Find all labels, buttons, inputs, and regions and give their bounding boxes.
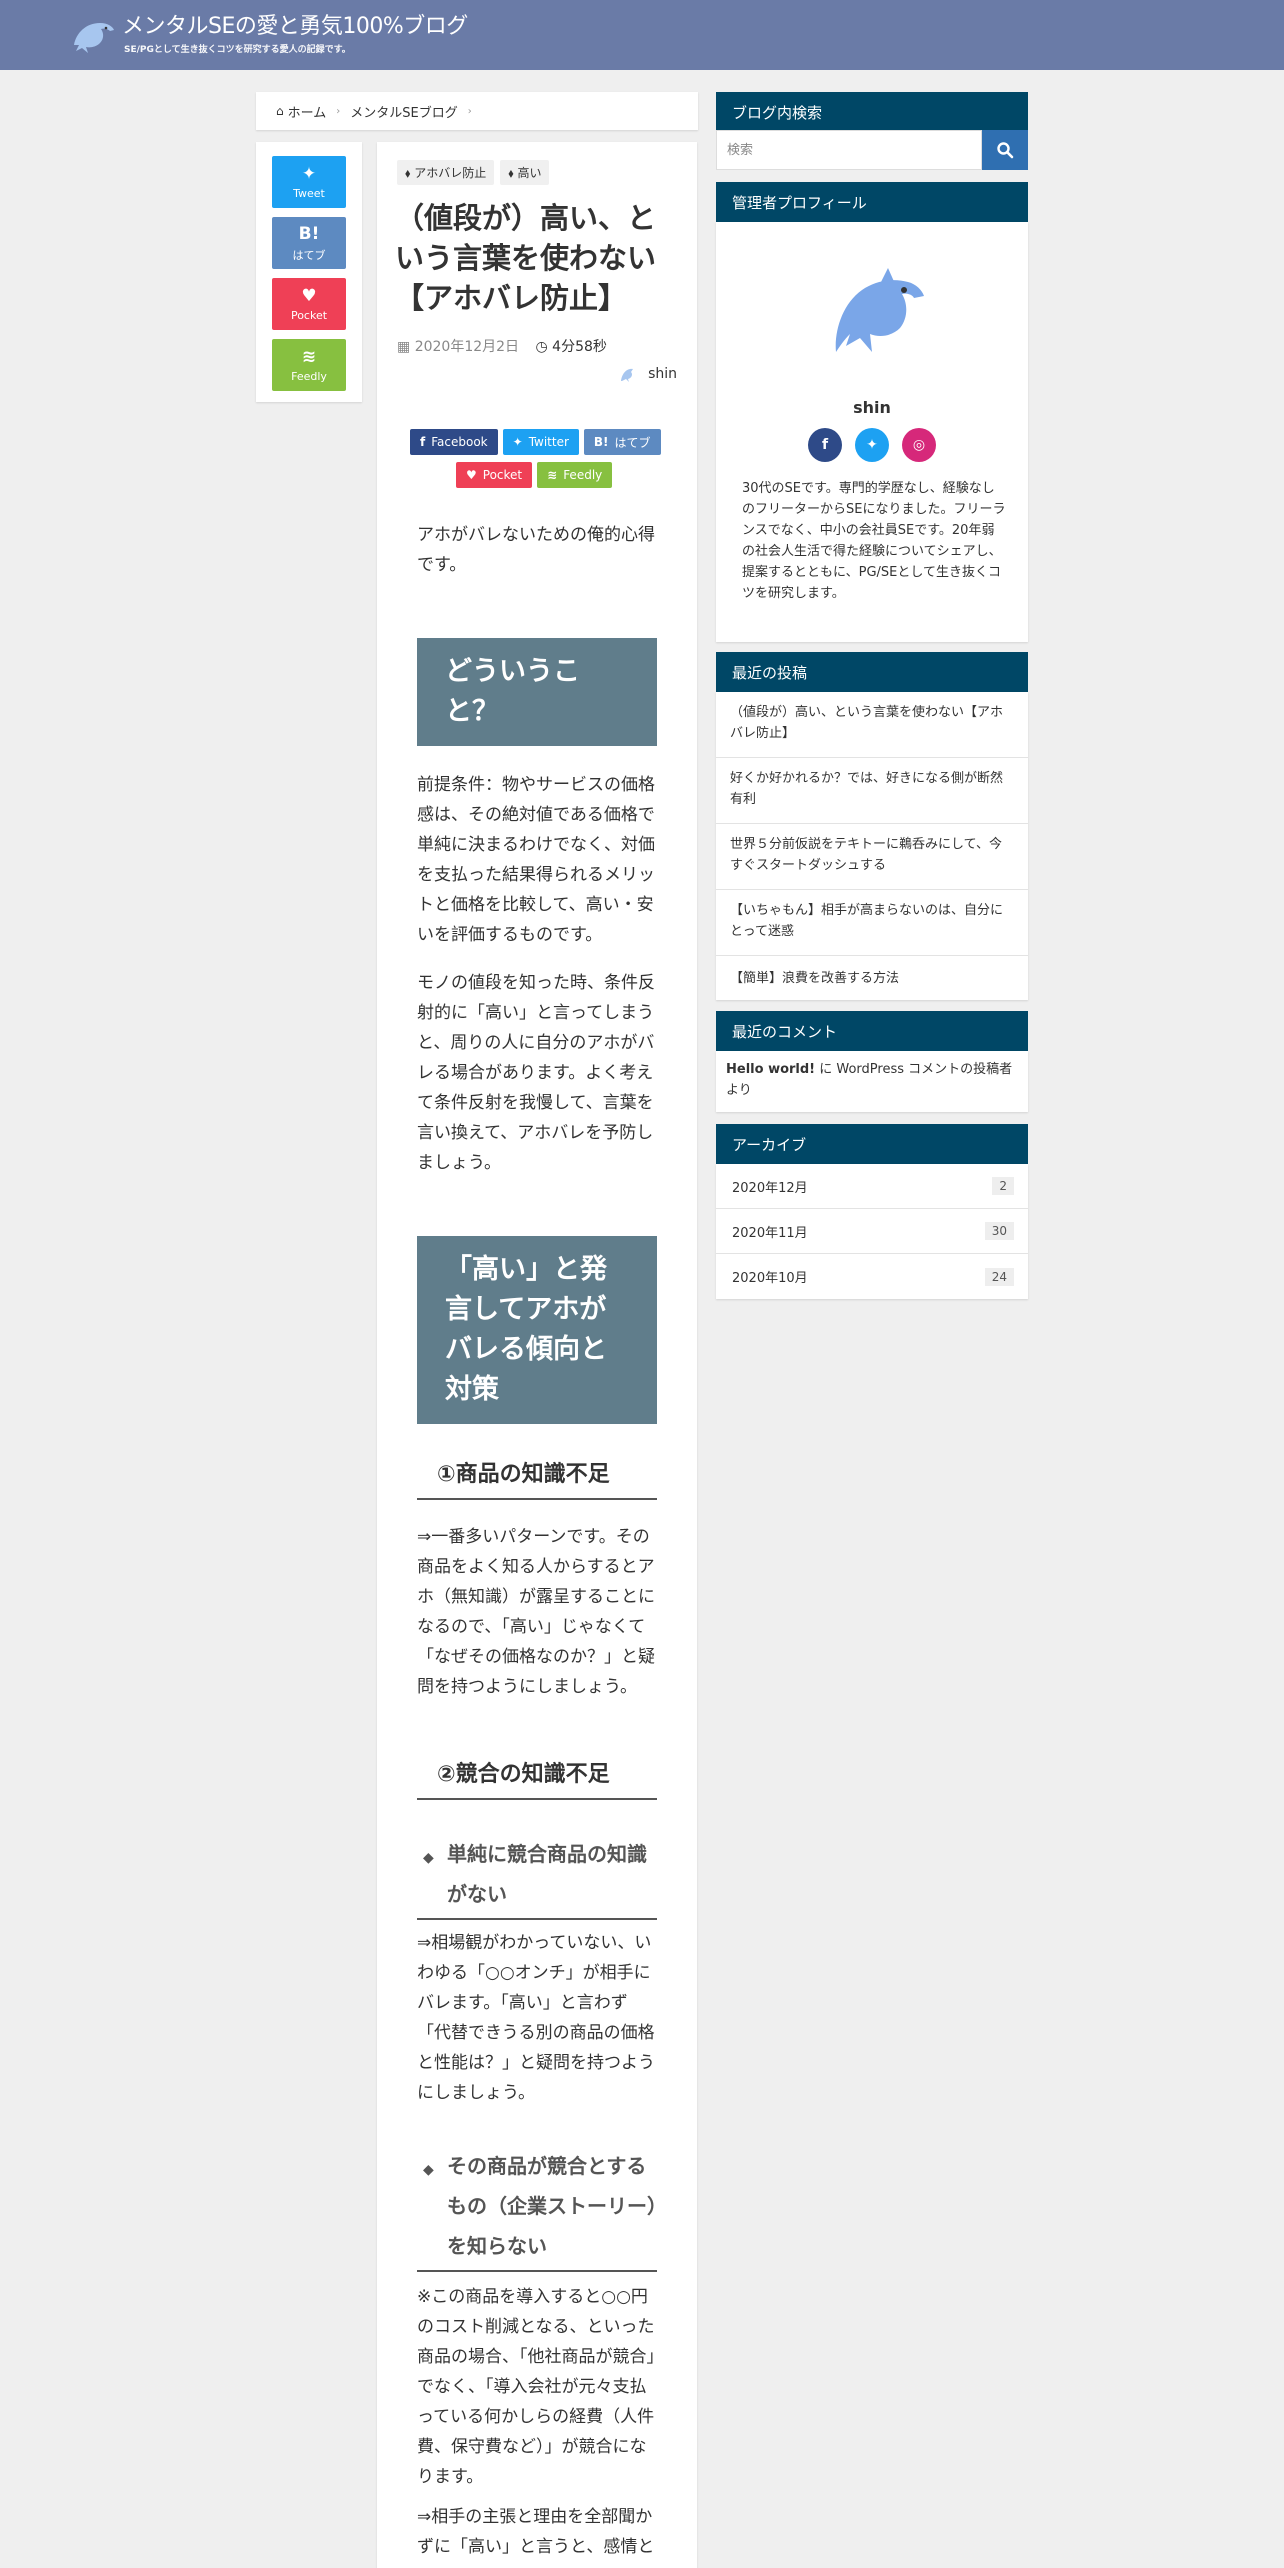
post-meta: ▦ 2020年12月2日 ◷ 4分58秒 <box>397 336 607 356</box>
feedly-icon: ≋ <box>547 468 558 482</box>
share-row-bottom: ♥ Pocket ≋ Feedly <box>456 462 617 488</box>
body-paragraph: 前提条件：物やサービスの価格感は、その絶対値である価格で単純に決まるわけでなく、… <box>417 775 655 945</box>
recent-post-item[interactable]: （値段が）高い、という言葉を使わない【アホバレ防止】 <box>716 692 1028 758</box>
facebook-share-button[interactable]: f Facebook <box>410 429 498 455</box>
comment-item: Hello world! に WordPress コメントの投稿者 より <box>726 1062 1013 1098</box>
twitter-icon: ✦ <box>866 437 878 453</box>
search-button[interactable] <box>982 130 1028 170</box>
read-time: 4分58秒 <box>552 339 607 355</box>
avatar <box>621 368 634 382</box>
feedly-icon: ≋ <box>301 347 317 367</box>
instagram-icon: ◎ <box>912 437 926 453</box>
instagram-profile-button[interactable]: ◎ <box>902 428 936 462</box>
recent-post-item[interactable]: 【いちゃもん】相手が高まらないのは、自分にとって迷惑 <box>716 890 1028 956</box>
count-badge: 30 <box>984 1222 1014 1240</box>
breadcrumb-category[interactable]: メンタルSEブログ <box>350 102 457 121</box>
diamond-icon: ◆ <box>423 2162 434 2178</box>
count-badge: 24 <box>984 1267 1014 1286</box>
home-icon: ⌂ <box>276 104 284 118</box>
recent-posts-widget: （値段が）高い、という言葉を使わない【アホバレ防止】 好くか好かれるか？では、好… <box>716 692 1028 1000</box>
tweet-button[interactable]: ✦ Tweet <box>272 156 346 208</box>
pocket-icon: ♥ <box>466 468 477 482</box>
clock-icon: ◷ <box>535 339 553 355</box>
diamond-icon: ◆ <box>423 1850 434 1866</box>
twitter-icon: ✦ <box>512 435 523 449</box>
side-share-panel: ✦ Tweet B! はてブ ♥ Pocket ≋ Feedly <box>256 142 362 402</box>
recent-comments-title: 最近のコメント <box>716 1011 1028 1051</box>
pocket-button[interactable]: ♥ Pocket <box>272 278 346 330</box>
recent-post-item[interactable]: 【簡単】浪費を改善する方法 <box>716 956 1028 1000</box>
body-paragraph: ⇒相場観がわかっていない、いわゆる「○○オンチ」が相手にバレます。「高い」と言わ… <box>417 1933 655 2103</box>
body-paragraph: ※この商品を導入すると○○円のコスト削減となる、といった商品の場合、「他社商品が… <box>417 2287 655 2487</box>
tag-list: ⬧ アホバレ防止 ⬧ 高い <box>397 160 555 185</box>
recent-post-item[interactable]: 好くか好かれるか？では、好きになる側が断然有利 <box>716 758 1028 824</box>
author[interactable]: shin <box>618 364 677 384</box>
subheading-no-competitor-knowledge: ◆ 単純に競合商品の知識がない <box>417 1834 657 1920</box>
facebook-icon: f <box>420 435 426 449</box>
breadcrumb: ⌂ ホーム › メンタルSEブログ › <box>256 92 698 130</box>
archive-item[interactable]: 2020年12月 2 <box>716 1164 1028 1209</box>
count-badge: 2 <box>992 1177 1014 1195</box>
hatebu-share-button[interactable]: B! はてブ <box>583 429 661 455</box>
hatena-icon: B! <box>298 223 320 244</box>
tag-item[interactable]: ⬧ 高い <box>500 160 550 185</box>
feedly-button[interactable]: ≋ Feedly <box>272 339 346 391</box>
facebook-icon: f <box>821 437 829 453</box>
search-input[interactable] <box>716 130 982 170</box>
site-subtitle: SE/PGとして生き抜くコツを研究する愛人の記録です。 <box>124 45 351 55</box>
intro-paragraph: アホがバレないための俺的心得です。 <box>417 525 655 575</box>
pocket-icon: ♥ <box>301 286 317 306</box>
tag-item[interactable]: ⬧ アホバレ防止 <box>397 160 495 185</box>
profile-name: shin <box>853 398 891 417</box>
recent-comments-widget: Hello world! に WordPress コメントの投稿者 より <box>716 1051 1028 1112</box>
page-title: （値段が）高い、と いう言葉を使わない 【アホバレ防止】 <box>395 201 657 315</box>
heading-competitor-knowledge: ②競合の知識不足 <box>417 1752 657 1800</box>
profile-widget: shin f ✦ ◎ 30代のSEです。専門的学歴なし、経験なしのフリーターから… <box>716 222 1028 642</box>
profile-widget-title: 管理者プロフィール <box>716 182 1028 222</box>
dolphin-avatar-icon <box>835 268 924 352</box>
archive-widget: 2020年12月 2 2020年11月 30 2020年10月 24 <box>716 1164 1028 1299</box>
recent-posts-title: 最近の投稿 <box>716 652 1028 692</box>
twitter-share-button[interactable]: ✦ Twitter <box>502 429 579 455</box>
hatebu-button[interactable]: B! はてブ <box>272 217 346 269</box>
search-widget-title: ブログ内検索 <box>716 92 1028 132</box>
profile-description: 30代のSEです。専門的学歴なし、経験なしのフリーターからSEになりました。フリ… <box>742 481 1006 601</box>
tag-icon: ⬧ <box>405 166 415 180</box>
article: ⬧ アホバレ防止 ⬧ 高い （値段が）高い、と いう言葉を使わない 【アホバレ防… <box>377 142 697 2568</box>
comment-post-link[interactable]: Hello world! <box>726 1062 815 1077</box>
twitter-icon: ✦ <box>301 164 317 184</box>
chevron-right-icon: › <box>467 105 472 117</box>
recent-post-item[interactable]: 世界５分前仮説をテキトーに鵜呑みにして、今すぐスタートダッシュする <box>716 824 1028 890</box>
share-row-top: f Facebook ✦ Twitter B! はてブ <box>410 429 666 455</box>
calendar-icon: ▦ <box>397 339 415 355</box>
post-date: 2020年12月2日 <box>414 339 520 355</box>
body-paragraph: モノの値段を知った時、条件反射的に「高い」と言ってしまうと、周りの人に自分のアホ… <box>417 973 655 1173</box>
subheading-company-story: ◆ その商品が競合とするもの（企業ストーリー）を知らない <box>417 2146 657 2272</box>
heading-tendency: 「高い」と発言してアホがバレる傾向と対策 <box>417 1236 657 1424</box>
search-icon <box>997 142 1014 159</box>
heading-product-knowledge: ①商品の知識不足 <box>417 1452 657 1500</box>
site-title: メンタルSEの愛と勇気100%ブログ <box>122 14 468 39</box>
body-paragraph: ⇒一番多いパターンです。その商品をよく知る人からするとアホ（無知識）が露呈するこ… <box>417 1527 655 1697</box>
dolphin-logo-icon <box>74 22 114 53</box>
facebook-profile-button[interactable]: f <box>808 428 842 462</box>
search-form <box>716 130 1028 170</box>
pocket-share-button[interactable]: ♥ Pocket <box>456 462 533 488</box>
site-header: メンタルSEの愛と勇気100%ブログ SE/PGとして生き抜くコツを研究する愛人… <box>0 0 1284 70</box>
archive-item[interactable]: 2020年10月 24 <box>716 1254 1028 1299</box>
feedly-share-button[interactable]: ≋ Feedly <box>537 462 613 488</box>
archive-title: アーカイブ <box>716 1124 1028 1164</box>
site-logo[interactable]: メンタルSEの愛と勇気100%ブログ SE/PGとして生き抜くコツを研究する愛人… <box>70 14 468 55</box>
chevron-right-icon: › <box>336 105 341 117</box>
archive-item[interactable]: 2020年11月 30 <box>716 1209 1028 1254</box>
breadcrumb-home[interactable]: ホーム <box>288 102 327 121</box>
heading-what: どういうこと？ <box>417 638 657 746</box>
twitter-profile-button[interactable]: ✦ <box>855 428 889 462</box>
hatena-icon: B! <box>593 435 609 449</box>
body-paragraph: ⇒相手の主張と理由を全部聞かずに「高い」と言うと、感情と <box>417 2507 655 2557</box>
